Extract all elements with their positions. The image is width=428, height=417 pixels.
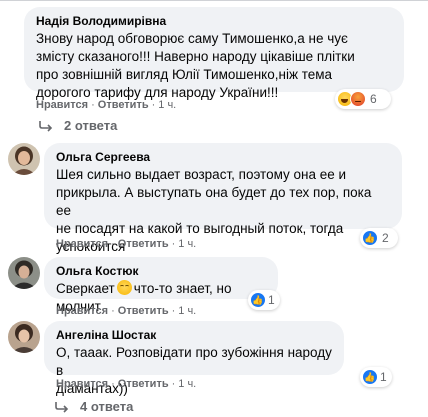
comment-author[interactable]: Ольга Сергеева (56, 150, 390, 165)
avatar[interactable] (8, 143, 40, 175)
like-button[interactable]: Нравится (56, 238, 108, 250)
comment-bubble: Ольга Костюк Сверкает что-то знает, но мо… (44, 257, 278, 314)
like-button[interactable]: Нравится (36, 99, 88, 111)
comment-bubble: Надія Володимирівна Знову народ обговорю… (24, 7, 404, 100)
reaction-count: 1 (380, 370, 387, 384)
reaction-summary[interactable]: 👍 1 (360, 367, 392, 387)
comment-bubble: Ольга Сергеева Шея сильно выдает возраст… (44, 143, 402, 254)
comment-time[interactable]: 1 ч. (158, 99, 176, 111)
comment-actions: Нравится · Ответить · 1 ч. (56, 378, 197, 390)
reaction-count: 2 (382, 231, 389, 245)
like-icon: 👍 (362, 230, 378, 246)
comment-actions: Нравится · Ответить · 1 ч. (56, 305, 197, 317)
view-replies-button[interactable]: 4 ответа (54, 399, 133, 414)
comment-actions: Нравится · Ответить · 1 ч. (56, 238, 197, 250)
comment-time[interactable]: 1 ч. (178, 238, 196, 250)
avatar[interactable] (8, 257, 40, 289)
reaction-summary[interactable]: 👍 1 (248, 290, 280, 310)
reaction-summary[interactable]: 👍 2 (360, 228, 398, 248)
reaction-count: 1 (268, 293, 275, 307)
grinning-face-icon (116, 280, 132, 295)
reaction-summary[interactable]: 6 (335, 89, 391, 109)
comment-author[interactable]: Ангеліна Шостак (56, 328, 332, 343)
angry-icon (350, 91, 366, 107)
comment-time[interactable]: 1 ч. (178, 378, 196, 390)
replies-label: 2 ответа (64, 118, 118, 133)
like-icon: 👍 (362, 369, 378, 385)
like-icon: 👍 (250, 292, 266, 308)
view-replies-button[interactable]: 2 ответа (38, 118, 117, 133)
reply-button[interactable]: Ответить (98, 99, 149, 111)
reply-button[interactable]: Ответить (118, 238, 169, 250)
reply-arrow-icon (55, 401, 69, 413)
like-button[interactable]: Нравится (56, 305, 108, 317)
reply-button[interactable]: Ответить (118, 305, 169, 317)
replies-label: 4 ответа (80, 399, 134, 414)
reaction-count: 6 (370, 92, 377, 106)
comment-actions: Нравится · Ответить · 1 ч. (36, 99, 177, 111)
reply-button[interactable]: Ответить (118, 378, 169, 390)
comment-bubble: Ангеліна Шостак О, тааак. Розповідати пр… (44, 321, 344, 396)
comment-time[interactable]: 1 ч. (178, 305, 196, 317)
comment-author[interactable]: Ольга Костюк (56, 264, 266, 279)
comment-text-part: Сверкает (56, 281, 115, 296)
comment-author[interactable]: Надія Володимирівна (36, 14, 392, 29)
avatar[interactable] (8, 321, 40, 353)
like-button[interactable]: Нравится (56, 378, 108, 390)
top-divider (0, 0, 428, 1)
reply-arrow-icon (39, 120, 53, 132)
